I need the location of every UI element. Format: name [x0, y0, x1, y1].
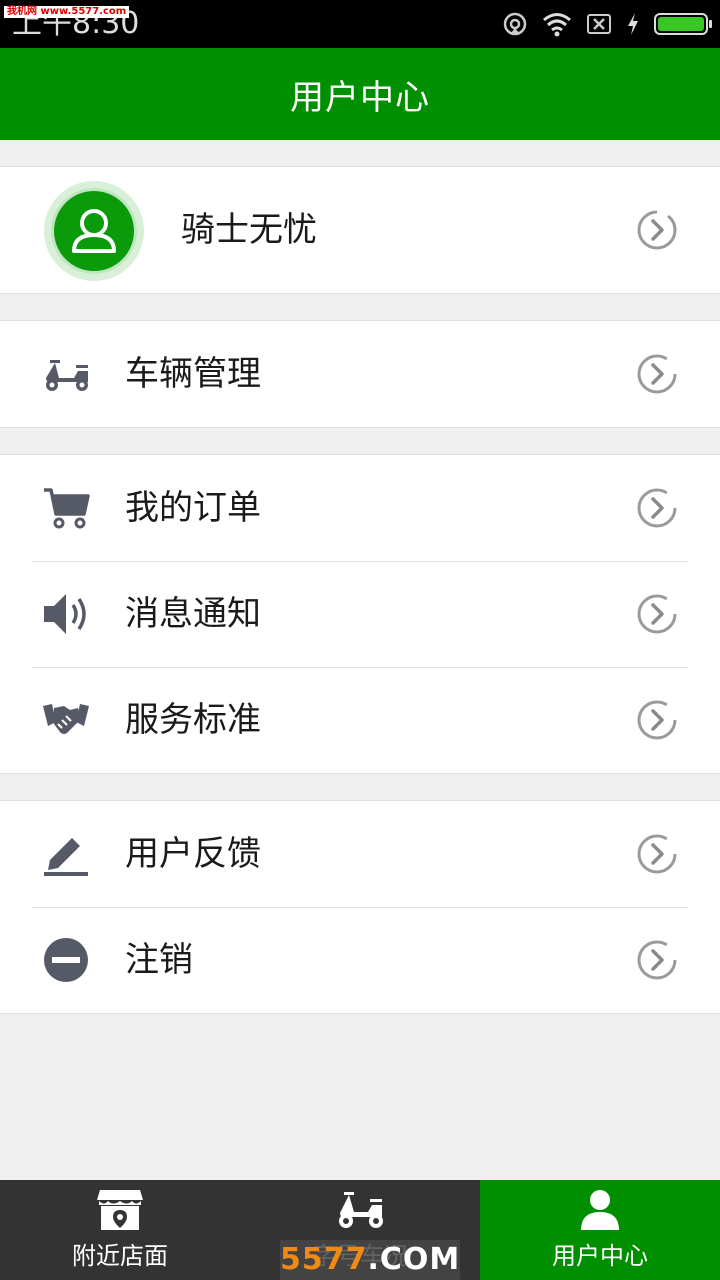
menu-item-logout[interactable]: 注销 — [0, 907, 720, 1013]
profile-name: 骑士无忧 — [181, 210, 317, 250]
charging-icon — [628, 13, 638, 35]
chevron-right-icon — [637, 488, 677, 528]
battery-icon — [654, 13, 712, 35]
cart-icon — [44, 488, 90, 529]
logout-icon — [44, 938, 88, 982]
chevron-right-icon — [637, 594, 677, 634]
menu-label: 车辆管理 — [125, 354, 261, 394]
orders-group: 我的订单 消息通知 服务标准 — [0, 454, 720, 774]
store-icon — [97, 1190, 143, 1230]
tab-nearby-stores[interactable]: 附近店面 — [0, 1180, 240, 1280]
chevron-right-icon — [637, 834, 677, 874]
profile-row[interactable]: 骑士无忧 — [0, 167, 720, 293]
status-bar: 上午8:30 我机网 www.5577.com — [0, 0, 720, 48]
edit-icon — [44, 838, 88, 876]
speaker-icon — [44, 594, 86, 634]
chevron-right-icon — [637, 210, 677, 250]
scooter-icon — [46, 360, 88, 391]
page-title: 用户中心 — [290, 77, 430, 118]
user-icon — [72, 209, 116, 253]
menu-label: 我的订单 — [125, 488, 261, 528]
account-group: 用户反馈 注销 — [0, 800, 720, 1014]
scooter-icon — [339, 1192, 383, 1228]
watermark-top: 我机网 www.5577.com — [4, 6, 130, 18]
tab-label: 用户中心 — [552, 1242, 648, 1270]
avatar — [44, 181, 144, 281]
chevron-right-icon — [637, 700, 677, 740]
chevron-right-icon — [637, 940, 677, 980]
no-sim-icon — [587, 14, 611, 34]
user-icon — [581, 1190, 619, 1230]
handshake-icon — [43, 704, 89, 734]
menu-label: 用户反馈 — [125, 834, 261, 874]
profile-group: 骑士无忧 — [0, 166, 720, 294]
menu-item-service-standards[interactable]: 服务标准 — [0, 667, 720, 773]
tab-label: 附近店面 — [72, 1242, 168, 1270]
tab-user-center[interactable]: 用户中心 — [480, 1180, 720, 1280]
status-icons — [502, 8, 712, 40]
watermark-bottom: 5577.COM — [280, 1240, 460, 1280]
app-header: 用户中心 — [0, 48, 720, 140]
menu-item-vehicle-management[interactable]: 车辆管理 — [0, 321, 720, 427]
sync-icon — [503, 12, 527, 36]
chevron-right-icon — [637, 354, 677, 394]
menu-item-feedback[interactable]: 用户反馈 — [0, 801, 720, 907]
menu-label: 服务标准 — [125, 700, 261, 740]
wifi-icon — [543, 13, 571, 37]
menu-item-my-orders[interactable]: 我的订单 — [0, 455, 720, 561]
menu-label: 注销 — [125, 940, 193, 980]
menu-label: 消息通知 — [125, 594, 261, 634]
menu-item-notifications[interactable]: 消息通知 — [0, 561, 720, 667]
vehicle-group: 车辆管理 — [0, 320, 720, 428]
